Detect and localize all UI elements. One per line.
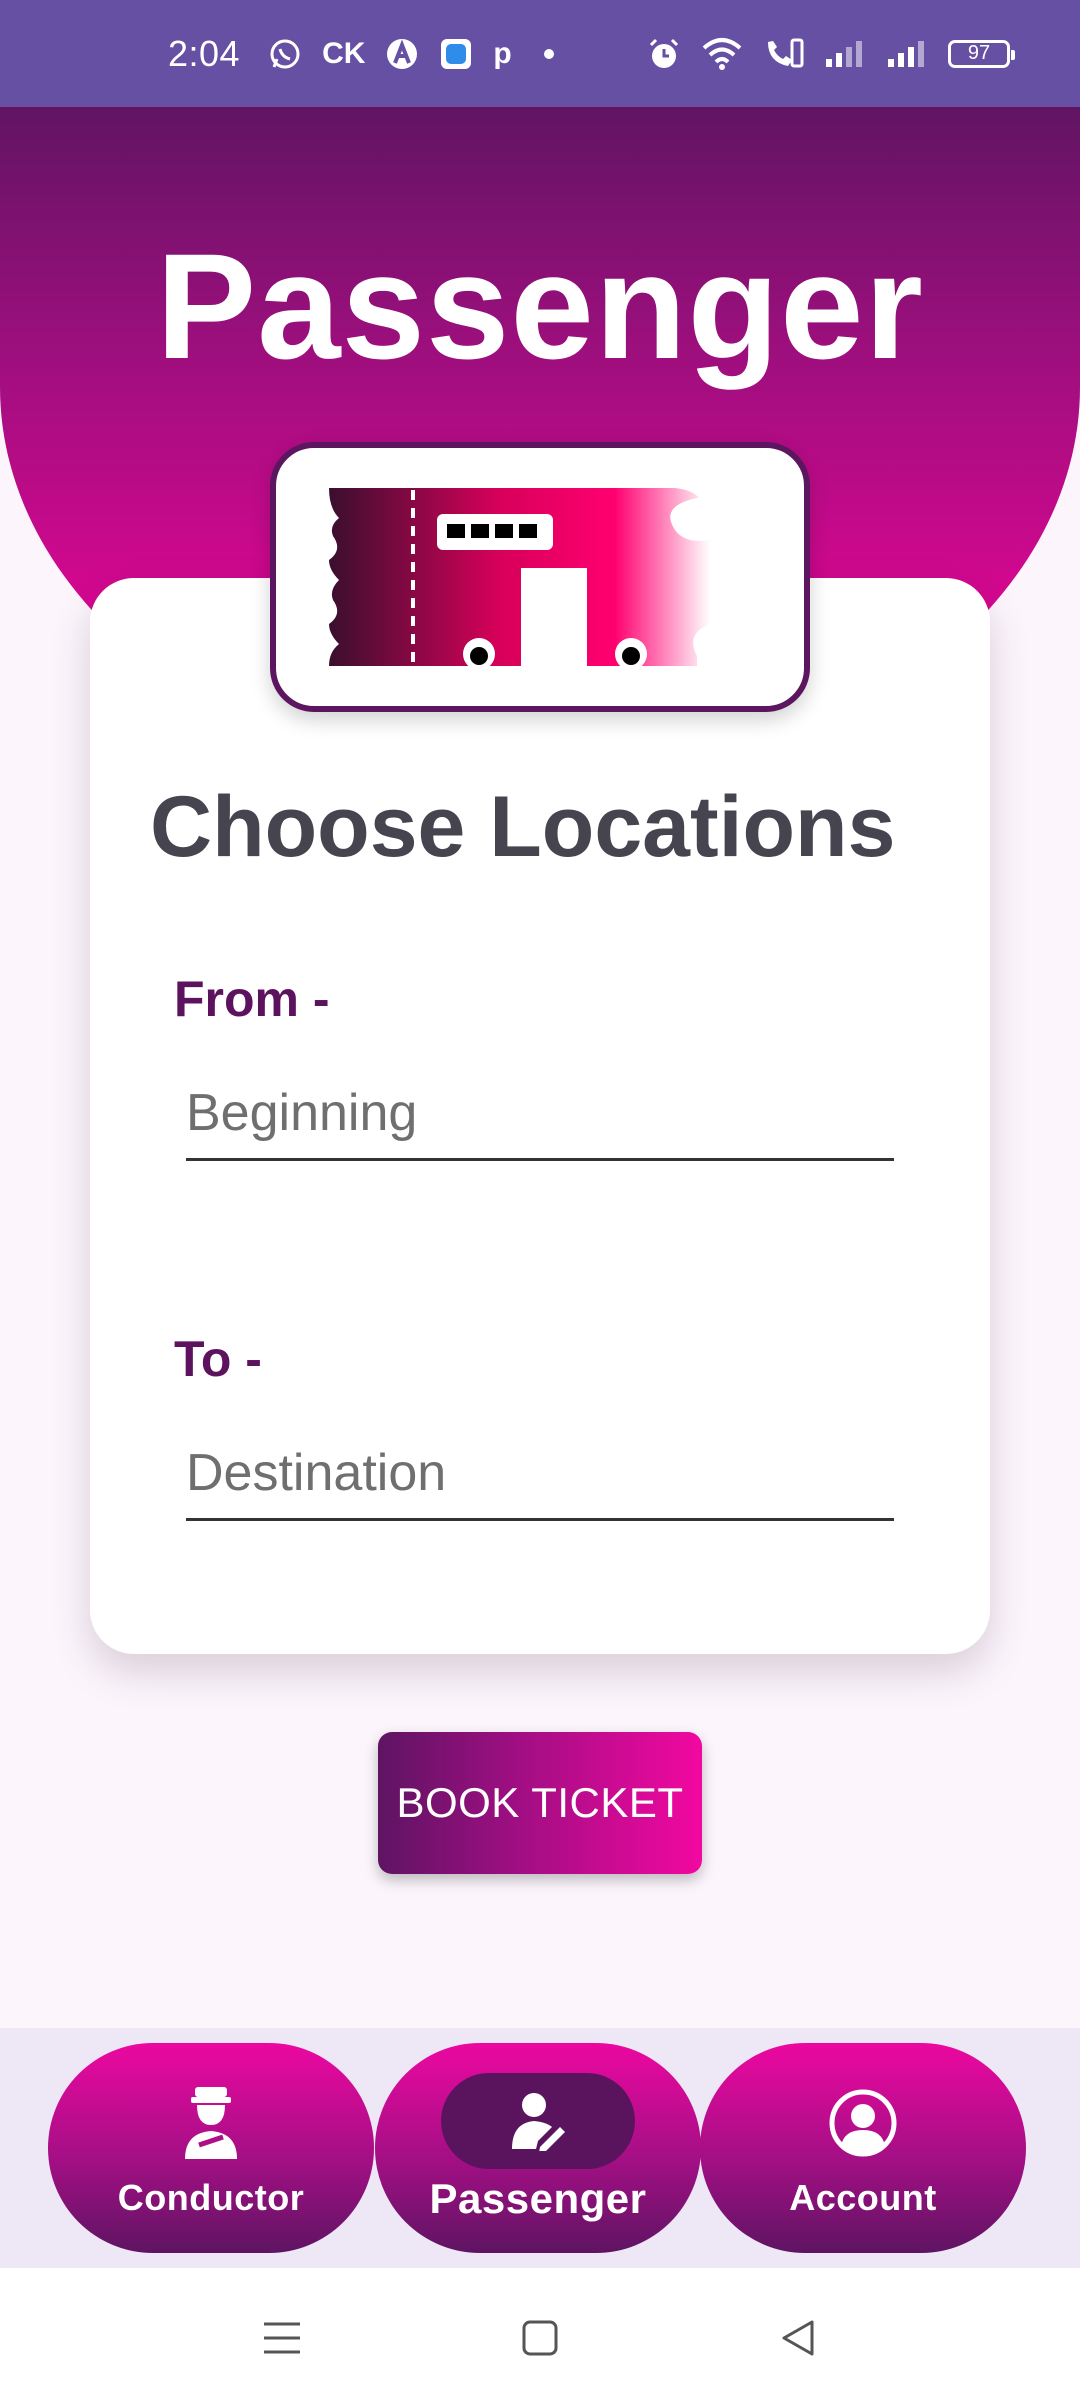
signal-icon-2 xyxy=(886,39,930,69)
to-label: To - xyxy=(174,1331,262,1387)
bus-ticket-icon xyxy=(329,488,710,670)
ck-icon: CK xyxy=(322,36,366,70)
conductor-icon xyxy=(185,2087,237,2159)
status-bar: 2:04 CK p 97 xyxy=(0,0,1080,107)
menu-icon[interactable] xyxy=(252,2308,312,2368)
from-label: From - xyxy=(174,971,330,1027)
nav-label-account: Account xyxy=(789,2177,937,2218)
app-a-icon xyxy=(385,37,419,71)
nav-label-conductor: Conductor xyxy=(117,2177,305,2218)
volte-call-icon xyxy=(762,36,806,72)
to-input[interactable] xyxy=(186,1428,894,1521)
book-ticket-button[interactable]: BOOK TICKET xyxy=(378,1732,702,1874)
account-icon xyxy=(829,2089,897,2157)
passenger-icon xyxy=(512,2093,565,2151)
whatsapp-icon xyxy=(268,37,302,71)
home-icon[interactable] xyxy=(510,2308,570,2368)
system-navigation-bar xyxy=(0,2268,1080,2400)
location-card: Choose Locations From - To - xyxy=(90,578,990,1654)
nav-label-passenger: Passenger xyxy=(429,2175,647,2222)
system-status-icons: 97 xyxy=(646,36,1015,72)
status-time: 2:04 xyxy=(168,32,241,74)
from-input[interactable] xyxy=(186,1068,894,1161)
nav-item-conductor[interactable]: Conductor xyxy=(48,2043,374,2253)
dot-icon xyxy=(532,37,566,71)
wifi-icon xyxy=(700,36,744,72)
signal-icon-1 xyxy=(824,39,868,69)
ticket-logo xyxy=(270,442,810,712)
notification-icons: CK p xyxy=(268,37,566,71)
p-icon: p xyxy=(493,36,512,70)
back-icon[interactable] xyxy=(768,2308,828,2368)
card-title: Choose Locations xyxy=(150,779,896,875)
battery-icon: 97 xyxy=(948,39,1015,68)
page-title: Passenger xyxy=(156,222,924,390)
app-square-icon xyxy=(439,37,473,71)
alarm-icon xyxy=(646,36,682,72)
nav-item-passenger[interactable]: Passenger xyxy=(375,2043,701,2253)
bottom-navigation: Conductor Passenger Account xyxy=(0,2028,1080,2268)
nav-item-account[interactable]: Account xyxy=(700,2043,1026,2253)
